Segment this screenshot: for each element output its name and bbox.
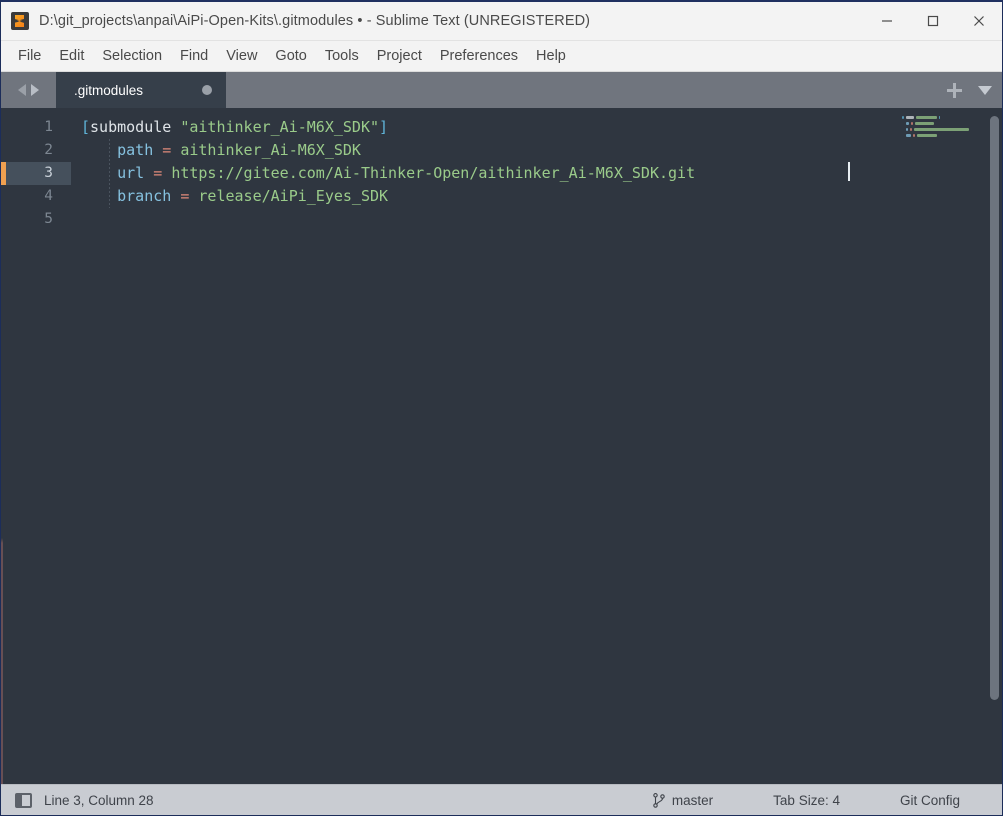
code-token: [: [81, 118, 91, 136]
line-number-2: 2: [44, 142, 53, 158]
minimap-token: [913, 128, 970, 131]
menu-item-selection[interactable]: Selection: [93, 45, 171, 67]
line-number-gutter: 1 2 3 4 5: [1, 108, 71, 784]
minimap-token: [902, 116, 904, 119]
arrow-right-icon[interactable]: [31, 84, 39, 96]
arrow-left-icon[interactable]: [18, 84, 26, 96]
code-token: =: [153, 164, 163, 182]
tab-label: .gitmodules: [74, 82, 144, 98]
menu-bar: File Edit Selection Find View Goto Tools…: [1, 41, 1002, 72]
code-token: submodule: [90, 118, 172, 136]
code-token: =: [162, 141, 172, 159]
line-number-1: 1: [44, 119, 53, 135]
code-token: branch: [117, 187, 172, 205]
title-bar: D:\git_projects\anpai\AiPi-Open-Kits\.gi…: [1, 2, 1002, 41]
minimap-token: [916, 134, 937, 137]
menu-item-edit[interactable]: Edit: [50, 45, 93, 67]
minimap-token: [905, 128, 909, 131]
code-token: release/AiPi_Eyes_SDK: [198, 187, 389, 205]
line-number-3: 3: [1, 162, 71, 185]
minimap-token: [911, 122, 913, 125]
code-token: path: [117, 141, 154, 159]
code-token: https://gitee.com/Ai-Thinker-Open/aithin…: [171, 164, 696, 182]
git-branch-label: master: [671, 792, 714, 808]
text-caret: [848, 162, 850, 181]
menu-item-find[interactable]: Find: [171, 45, 217, 67]
code-token: "aithinker_Ai-M6X_SDK": [180, 118, 380, 136]
line-number-4: 4: [44, 188, 53, 204]
code-line-5[interactable]: [71, 208, 897, 231]
close-icon: [974, 16, 984, 26]
minimap-line: [897, 134, 987, 139]
tab-gitmodules[interactable]: .gitmodules: [56, 72, 226, 108]
syntax-status[interactable]: Git Config: [900, 793, 1002, 808]
tab-bar-actions: [947, 72, 992, 108]
minimap-line: [897, 122, 987, 127]
unsaved-dot-icon[interactable]: [202, 85, 212, 95]
line-number-5: 5: [44, 211, 53, 227]
minimap-line: [897, 140, 987, 145]
minimap-token: [905, 134, 912, 137]
code-token: aithinker_Ai-M6X_SDK: [180, 141, 361, 159]
minimap-token: [905, 122, 910, 125]
minimap-token: [916, 116, 937, 119]
editor-area: 1 2 3 4 5 [submodule "aithinker_Ai-M6X_S…: [1, 108, 1002, 784]
menu-item-preferences[interactable]: Preferences: [431, 45, 527, 67]
menu-item-tools[interactable]: Tools: [316, 45, 368, 67]
minimap-token: [913, 134, 915, 137]
menu-item-project[interactable]: Project: [368, 45, 431, 67]
vertical-scrollbar[interactable]: [987, 108, 1002, 784]
status-bar: Line 3, Column 28 master Tab Size: 4 Git…: [1, 784, 1002, 815]
status-bar-right: master Tab Size: 4 Git Config: [653, 785, 1002, 815]
minimap[interactable]: [897, 108, 987, 784]
minimap-token: [910, 128, 912, 131]
sidebar-toggle-icon[interactable]: [15, 792, 32, 808]
code-token: url: [117, 164, 145, 182]
minimap-line: [897, 128, 987, 133]
sublime-text-logo-icon: [11, 12, 29, 30]
window-controls: [864, 2, 1002, 40]
minimize-button[interactable]: [864, 2, 910, 40]
minimize-icon: [882, 20, 892, 22]
code-line-4[interactable]: branch = release/AiPi_Eyes_SDK: [71, 185, 897, 208]
menu-item-help[interactable]: Help: [527, 45, 575, 67]
code-line-3[interactable]: url = https://gitee.com/Ai-Thinker-Open/…: [71, 162, 897, 185]
git-branch-status[interactable]: master: [653, 793, 773, 808]
code-line-2[interactable]: path = aithinker_Ai-M6X_SDK: [71, 139, 897, 162]
minimap-token: [938, 116, 941, 119]
menu-item-goto[interactable]: Goto: [266, 45, 315, 67]
indent-guide: [109, 139, 110, 208]
minimap-line: [897, 116, 987, 121]
code-token: ]: [379, 118, 389, 136]
tab-bar: .gitmodules: [1, 72, 1002, 108]
menu-item-view[interactable]: View: [217, 45, 266, 67]
window-title: D:\git_projects\anpai\AiPi-Open-Kits\.gi…: [39, 13, 591, 29]
maximize-icon: [927, 15, 939, 27]
code-line-1[interactable]: [submodule "aithinker_Ai-M6X_SDK"]: [71, 116, 897, 139]
tab-navigation: [1, 72, 56, 108]
git-branch-icon: [653, 792, 665, 808]
plus-icon[interactable]: [947, 82, 962, 98]
close-button[interactable]: [956, 2, 1002, 40]
chevron-down-icon[interactable]: [978, 85, 992, 95]
vertical-scrollbar-thumb[interactable]: [990, 116, 999, 700]
cursor-position: Line 3, Column 28: [44, 792, 154, 808]
sublime-text-window: D:\git_projects\anpai\AiPi-Open-Kits\.gi…: [0, 0, 1003, 816]
maximize-button[interactable]: [910, 2, 956, 40]
code-editor[interactable]: [submodule "aithinker_Ai-M6X_SDK"] path …: [71, 108, 897, 784]
minimap-token: [905, 116, 915, 119]
minimap-token: [914, 122, 934, 125]
tab-size-status[interactable]: Tab Size: 4: [773, 793, 900, 808]
menu-item-file[interactable]: File: [9, 45, 50, 67]
